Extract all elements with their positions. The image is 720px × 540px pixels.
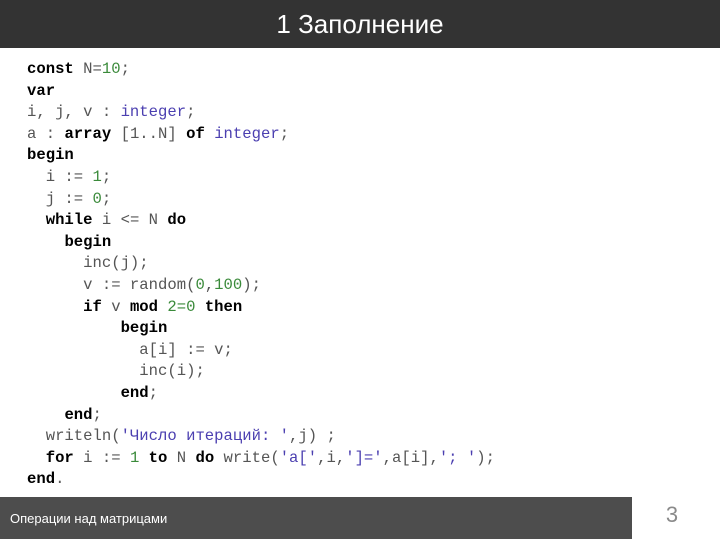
- title-bar: 1 Заполнение: [0, 0, 720, 48]
- code-text: .: [55, 470, 65, 489]
- code-keyword: end: [64, 405, 93, 424]
- code-text: v := random(: [27, 275, 196, 294]
- code-keyword: while: [45, 211, 93, 230]
- code-number: 0: [195, 275, 205, 294]
- code-text: ,: [204, 275, 215, 294]
- code-line: end;: [27, 405, 495, 427]
- code-text: );: [242, 275, 261, 294]
- code-line: end;: [27, 383, 495, 405]
- code-line: if v mod 2=0 then: [27, 297, 495, 319]
- code-text: i, j, v :: [27, 103, 121, 122]
- slide-title: 1 Заполнение: [276, 8, 444, 39]
- code-line: begin: [27, 232, 495, 254]
- code-text: ;: [279, 124, 290, 143]
- code-keyword: array: [64, 124, 112, 143]
- code-line: begin: [27, 318, 495, 340]
- code-text: j :=: [27, 189, 93, 208]
- code-keyword: do: [167, 211, 187, 230]
- code-text: ;: [120, 60, 130, 78]
- code-line: i, j, v : integer;: [27, 102, 495, 124]
- code-text: N: [167, 448, 196, 467]
- page-number: 3: [665, 502, 679, 527]
- code-text: inc(i);: [27, 362, 205, 381]
- code-line: for i := 1 to N do write('a[',i,']=',a[i…: [27, 448, 495, 470]
- code-number: 100: [214, 275, 243, 294]
- code-line: inc(i);: [27, 361, 495, 383]
- code-text: i :=: [27, 167, 93, 186]
- code-line: inc(j);: [27, 253, 495, 275]
- code-line: a[i] := v;: [27, 340, 495, 362]
- code-keyword: if: [83, 297, 102, 316]
- code-number: 1: [92, 167, 102, 186]
- code-keyword: end: [27, 470, 56, 489]
- code-text: ;: [92, 405, 102, 424]
- code-text: ,i,: [317, 448, 346, 467]
- code-type: integer: [120, 103, 187, 122]
- code-string: 'a[': [279, 448, 318, 467]
- code-text: ;: [101, 167, 112, 186]
- code-text: v: [101, 297, 130, 316]
- code-number: 2=0: [167, 297, 196, 316]
- footer-bar: Операции над матрицами: [0, 497, 632, 539]
- code-line: v := random(0,100);: [27, 275, 495, 297]
- code-string: 'Число итераций: ': [120, 427, 290, 446]
- code-text: ,a[i],: [382, 448, 439, 467]
- code-keyword: begin: [120, 319, 168, 338]
- code-text: ;: [148, 383, 159, 402]
- code-line: i := 1;: [27, 167, 495, 189]
- code-text: writeln(: [27, 427, 121, 446]
- code-line: writeln('Число итераций: ',j) ;: [27, 426, 495, 448]
- code-number: 1: [129, 448, 140, 467]
- code-block: const N=10; var i, j, v : integer; a : arra…: [27, 59, 495, 491]
- code-keyword: begin: [27, 146, 74, 165]
- code-text: ;: [101, 189, 112, 208]
- code-text: a :: [27, 124, 65, 143]
- code-line: begin: [27, 145, 495, 167]
- code-keyword: to: [148, 448, 168, 467]
- code-text: i :=: [73, 448, 130, 467]
- code-line: end.: [27, 469, 495, 491]
- code-keyword: of: [186, 124, 205, 143]
- code-text: inc(j);: [27, 254, 149, 273]
- code-text: N=: [73, 60, 102, 78]
- code-keyword: then: [204, 297, 243, 316]
- code-keyword: do: [195, 448, 215, 467]
- code-string: ']=': [345, 448, 383, 467]
- code-text: ;: [186, 103, 196, 122]
- code-keyword: const: [27, 60, 74, 78]
- code-line: var: [27, 81, 495, 103]
- code-text: write(: [214, 448, 280, 467]
- code-text: );: [476, 448, 495, 467]
- footer-text: Операции над матрицами: [10, 510, 168, 526]
- code-string: '; ': [438, 448, 477, 467]
- code-number: 0: [92, 189, 102, 208]
- code-type: integer: [214, 124, 280, 143]
- code-line: j := 0;: [27, 189, 495, 211]
- code-line: a : array [1..N] of integer;: [27, 124, 495, 146]
- code-text: ,j) ;: [289, 427, 336, 446]
- code-keyword: end: [120, 383, 149, 402]
- code-line: const N=10;: [27, 59, 495, 81]
- code-text: i <= N: [92, 211, 168, 230]
- code-text: [1..N]: [111, 124, 187, 143]
- code-keyword: var: [27, 81, 56, 100]
- code-keyword: mod: [129, 297, 159, 316]
- code-text: a[i] := v;: [27, 340, 233, 359]
- code-number: 10: [101, 60, 121, 78]
- code-line: while i <= N do: [27, 210, 495, 232]
- code-keyword: begin: [64, 232, 112, 251]
- code-keyword: for: [45, 448, 74, 467]
